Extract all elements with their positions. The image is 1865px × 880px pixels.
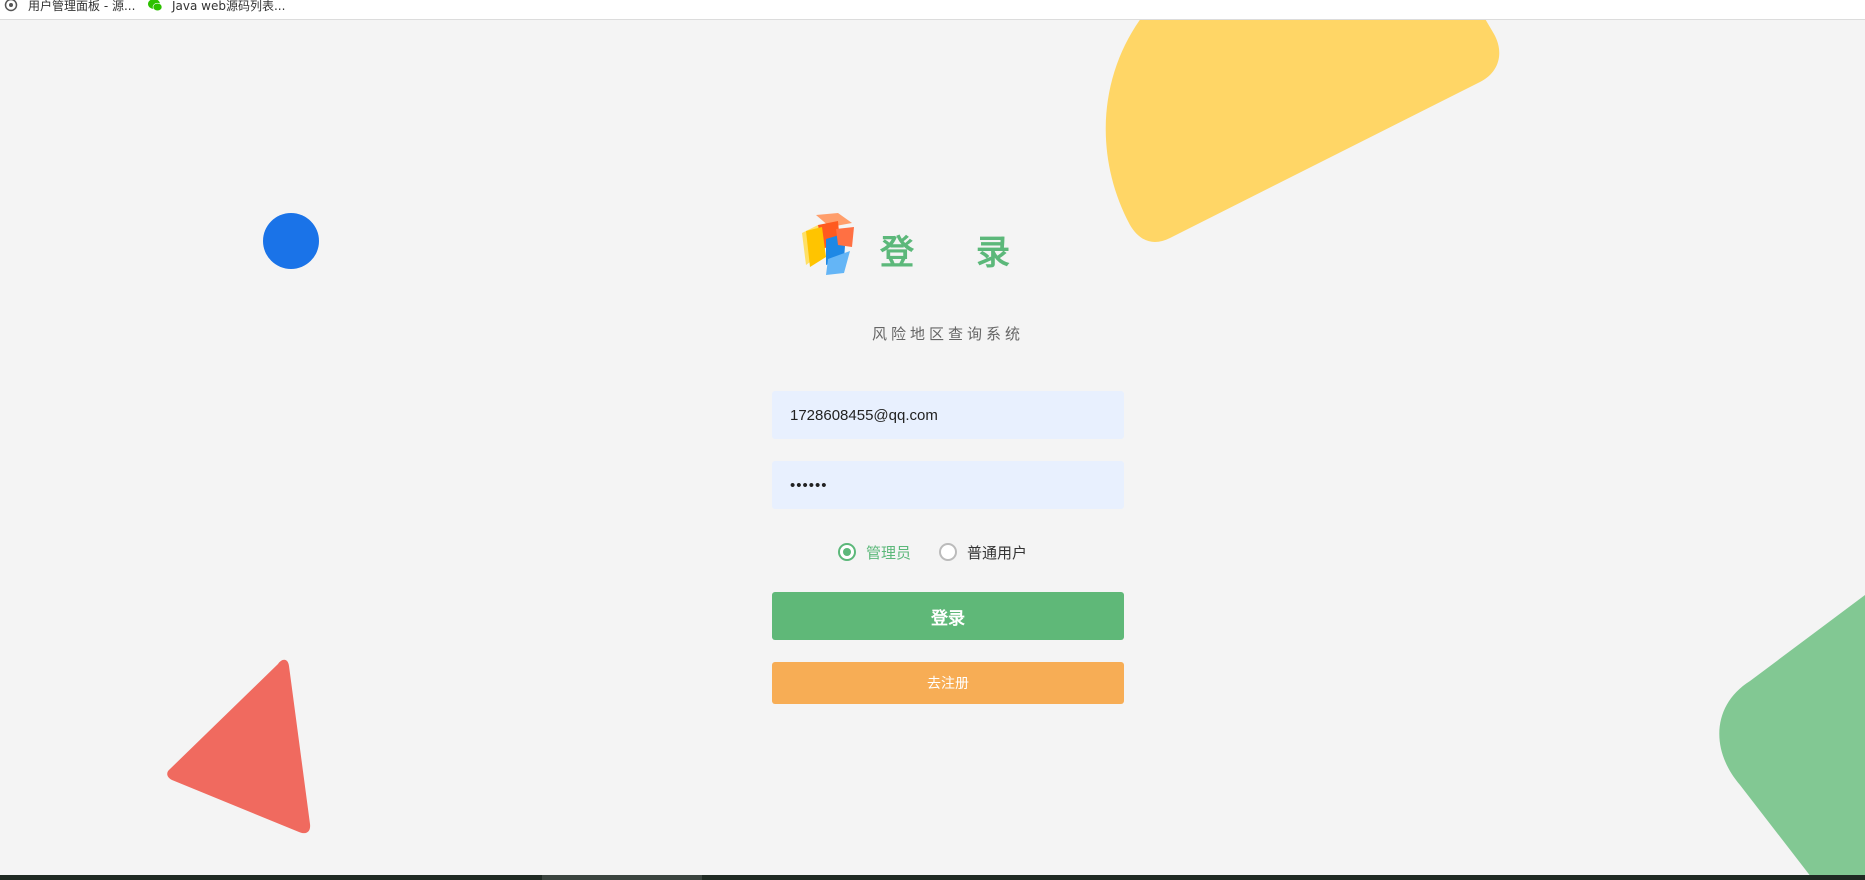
system-subtitle: 风险地区查询系统 <box>872 325 1025 343</box>
page-title: 登录 <box>880 233 1072 273</box>
password-field[interactable] <box>772 461 1124 509</box>
role-label: 普通用户 <box>967 543 1028 562</box>
role-option-user[interactable]: 普通用户 <box>939 542 1027 563</box>
role-option-admin[interactable]: 管理员 <box>838 542 911 563</box>
green-shape-decoration <box>1719 595 1865 877</box>
red-triangle-decoration <box>167 659 311 834</box>
bookmark-item[interactable]: 用户管理面板 - 源... <box>4 0 135 15</box>
bookmark-item[interactable]: Java web源码列表... <box>148 0 285 15</box>
login-header: 登录 <box>772 205 1124 285</box>
email-field[interactable] <box>772 391 1124 439</box>
bottom-scrollbar <box>0 875 1865 880</box>
login-button[interactable]: 登录 <box>772 592 1124 640</box>
radio-checked-icon[interactable] <box>838 543 856 561</box>
scrollbar-thumb[interactable] <box>542 875 702 880</box>
login-form: 登录 风险地区查询系统 管理员 普通用户 登录 去注册 <box>772 205 1124 704</box>
radio-unchecked-icon[interactable] <box>939 543 958 561</box>
cube-logo-icon <box>802 213 854 275</box>
yellow-semicircle-decoration <box>1105 20 1500 242</box>
blue-circle-decoration <box>263 213 319 269</box>
login-page: 登录 风险地区查询系统 管理员 普通用户 登录 去注册 <box>0 20 1865 877</box>
bookmark-label: 用户管理面板 - 源... <box>28 0 136 13</box>
wechat-icon <box>148 0 162 12</box>
register-button[interactable]: 去注册 <box>772 662 1124 704</box>
role-label: 管理员 <box>866 543 912 562</box>
bookmarks-bar: 用户管理面板 - 源... Java web源码列表... <box>0 0 1865 20</box>
bookmark-label: Java web源码列表... <box>172 0 286 13</box>
role-selector: 管理员 普通用户 <box>838 541 1055 563</box>
page-icon <box>4 0 18 12</box>
